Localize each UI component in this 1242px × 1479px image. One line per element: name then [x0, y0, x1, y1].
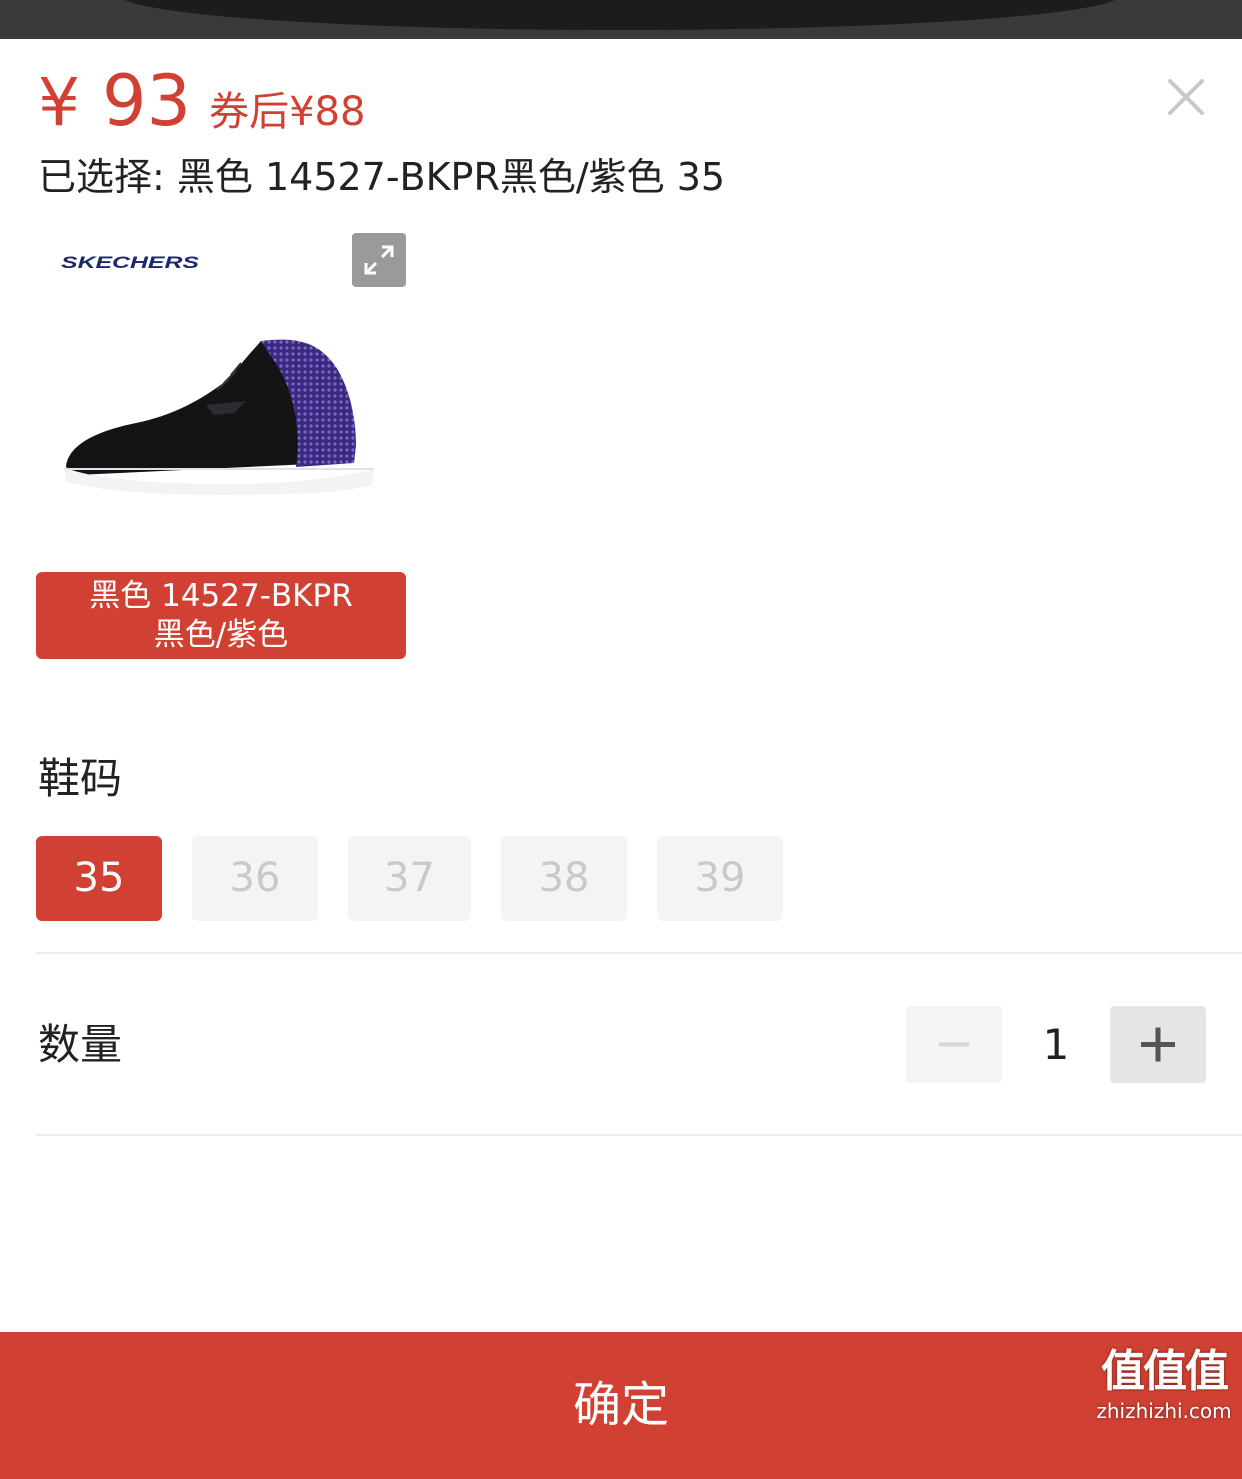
close-icon	[1168, 79, 1204, 115]
variant-label-line2: 黑色/紫色	[153, 617, 289, 653]
product-image[interactable]: SKECHERS	[36, 227, 406, 572]
size-option-36[interactable]: 36	[192, 836, 318, 921]
site-watermark: 值值值 zhizhizhi.com	[1086, 1345, 1242, 1479]
watermark-url: zhizhizhi.com	[1096, 1399, 1232, 1423]
variant-color-label[interactable]: 黑色 14527-BKPR 黑色/紫色	[36, 572, 406, 659]
variant-label-line1: 黑色 14527-BKPR	[89, 578, 353, 614]
expand-image-button[interactable]	[352, 233, 406, 287]
sku-selector-sheet: ¥ 93 券后¥88 已选择: 黑色 14527-BKPR黑色/紫色 35 SK…	[0, 39, 1242, 1479]
svg-text:SKECHERS: SKECHERS	[61, 253, 200, 271]
price-row: ¥ 93 券后¥88	[38, 61, 365, 141]
divider	[36, 952, 1242, 954]
expand-icon	[364, 245, 394, 275]
shoe-illustration	[64, 339, 374, 495]
price-value: 93	[102, 60, 192, 142]
selected-variant-summary: 已选择: 黑色 14527-BKPR黑色/紫色 35	[38, 155, 726, 199]
brand-logo: SKECHERS	[61, 253, 200, 271]
divider	[36, 1134, 1242, 1136]
background-shoe-shape	[120, 0, 1120, 30]
quantity-decrease-button[interactable]	[906, 1006, 1002, 1083]
quantity-increase-button[interactable]	[1110, 1006, 1206, 1083]
price-currency-symbol: ¥	[38, 64, 80, 141]
minus-icon	[939, 1042, 969, 1047]
product-variant-card[interactable]: SKECHERS 黑色 14527-BKPR 黑色/紫色	[36, 227, 406, 659]
close-button[interactable]	[1162, 73, 1210, 121]
confirm-button[interactable]: 确定	[0, 1332, 1242, 1479]
plus-icon	[1141, 1027, 1175, 1062]
quantity-value[interactable]: 1	[1010, 1006, 1102, 1083]
quantity-section-title: 数量	[38, 1020, 123, 1069]
size-section-title: 鞋码	[38, 754, 123, 803]
size-option-38[interactable]: 38	[501, 836, 627, 921]
size-option-39[interactable]: 39	[657, 836, 783, 921]
watermark-logo-text: 值值值	[1101, 1346, 1229, 1397]
background-product-peek	[0, 0, 1242, 39]
coupon-price-text: 券后¥88	[209, 89, 366, 135]
size-option-37[interactable]: 37	[348, 836, 471, 921]
size-option-35[interactable]: 35	[36, 836, 162, 921]
